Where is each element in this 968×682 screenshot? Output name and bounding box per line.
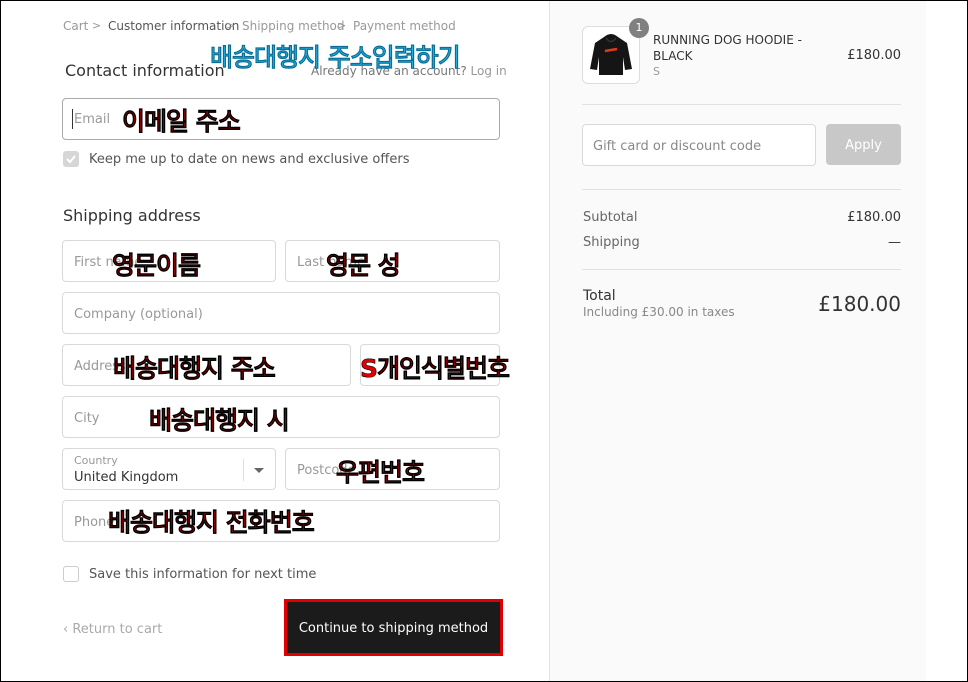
window-border (0, 0, 968, 682)
